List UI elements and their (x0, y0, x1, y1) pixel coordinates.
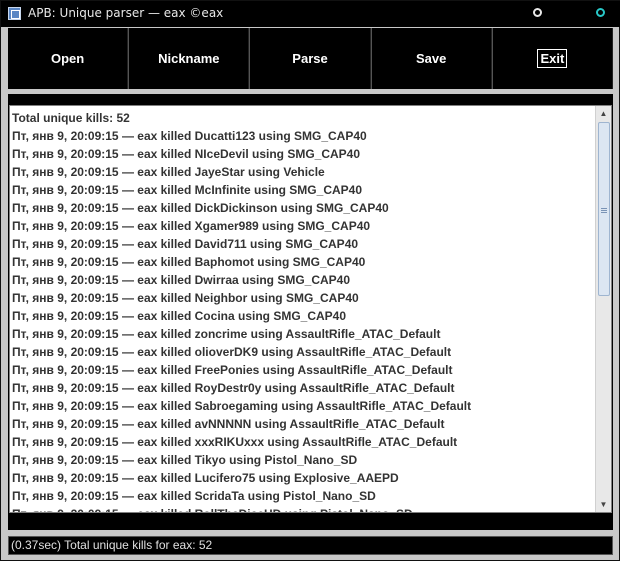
log-line: Пт, янв 9, 20:09:15 — eax killed Xgamer9… (12, 219, 371, 233)
vertical-scrollbar[interactable]: ▲ ▼ (595, 106, 611, 512)
log-line: Пт, янв 9, 20:09:15 — eax killed McInfin… (12, 183, 362, 197)
exit-button-label: Exit (537, 49, 568, 68)
window-title: APB: Unique parser — eax ©eax (28, 6, 224, 20)
log-line: Пт, янв 9, 20:09:15 — eax killed FreePon… (12, 363, 453, 377)
log-line: Пт, янв 9, 20:09:15 — eax killed DickDic… (12, 201, 389, 215)
log-line: Пт, янв 9, 20:09:15 — eax killed David71… (12, 237, 359, 251)
log-line: Пт, янв 9, 20:09:15 — eax killed Cocina … (12, 309, 347, 323)
log-line: Пт, янв 9, 20:09:15 — eax killed Neighbo… (12, 291, 359, 305)
log-line: Total unique kills: 52 (12, 111, 130, 125)
log-line: Пт, янв 9, 20:09:15 — eax killed Lucifer… (12, 471, 399, 485)
log-line: Пт, янв 9, 20:09:15 — eax killed JayeSta… (12, 165, 325, 179)
log-line: Пт, янв 9, 20:09:15 — eax killed RoyDest… (12, 381, 455, 395)
log-container: Total unique kills: 52 Пт, янв 9, 20:09:1… (8, 94, 613, 530)
close-circle-icon[interactable] (596, 8, 605, 17)
log-line: Пт, янв 9, 20:09:15 — eax killed ScridaT… (12, 489, 376, 503)
parse-button-label: Parse (292, 51, 328, 66)
open-button-label: Open (50, 51, 85, 66)
status-bar: (0.37sec) Total unique kills for eax: 52 (8, 536, 613, 555)
save-button-label: Save (416, 51, 447, 66)
exit-button[interactable]: Exit (491, 28, 614, 89)
log-line: Пт, янв 9, 20:09:15 — eax killed xxxRIKU… (12, 435, 458, 449)
save-button[interactable]: Save (370, 28, 492, 89)
scroll-up-arrow-icon[interactable]: ▲ (596, 106, 611, 121)
log-line: Пт, янв 9, 20:09:15 — eax killed zoncrim… (12, 327, 441, 341)
app-window: APB: Unique parser — eax ©eax Open Nickn… (0, 0, 620, 561)
log-list[interactable]: Total unique kills: 52 Пт, янв 9, 20:09:1… (10, 106, 596, 512)
toolbar: Open Nickname Parse Save Exit (8, 28, 614, 89)
open-button[interactable]: Open (8, 28, 129, 89)
log-line: Пт, янв 9, 20:09:15 — eax killed Tikyo u… (12, 453, 358, 467)
title-bar[interactable]: APB: Unique parser — eax ©eax (1, 1, 620, 27)
log-line: Пт, янв 9, 20:09:15 — eax killed Baphomo… (12, 255, 366, 269)
nickname-button-label: Nickname (158, 51, 220, 66)
log-line: Пт, янв 9, 20:09:15 — eax killed RollThe… (12, 505, 596, 512)
log-line: Пт, янв 9, 20:09:15 — eax killed avNNNNN… (12, 417, 445, 431)
scrollbar-thumb[interactable] (598, 122, 610, 296)
parse-button[interactable]: Parse (249, 28, 371, 89)
log-line: Пт, янв 9, 20:09:15 — eax killed NIceDev… (12, 147, 361, 161)
log-line: Пт, янв 9, 20:09:15 — eax killed Dwirraa… (12, 273, 351, 287)
log-text-area[interactable]: Total unique kills: 52 Пт, янв 9, 20:09:1… (9, 105, 612, 513)
minimize-circle-icon[interactable] (533, 8, 542, 17)
log-line: Пт, янв 9, 20:09:15 — eax killed oliover… (12, 345, 452, 359)
app-window-icon (8, 7, 21, 20)
log-line: Пт, янв 9, 20:09:15 — eax killed Ducatti… (12, 129, 367, 143)
log-line: Пт, янв 9, 20:09:15 — eax killed Sabroeg… (12, 399, 472, 413)
scroll-down-arrow-icon[interactable]: ▼ (596, 497, 611, 512)
grip-icon (601, 208, 607, 213)
nickname-button[interactable]: Nickname (128, 28, 250, 89)
